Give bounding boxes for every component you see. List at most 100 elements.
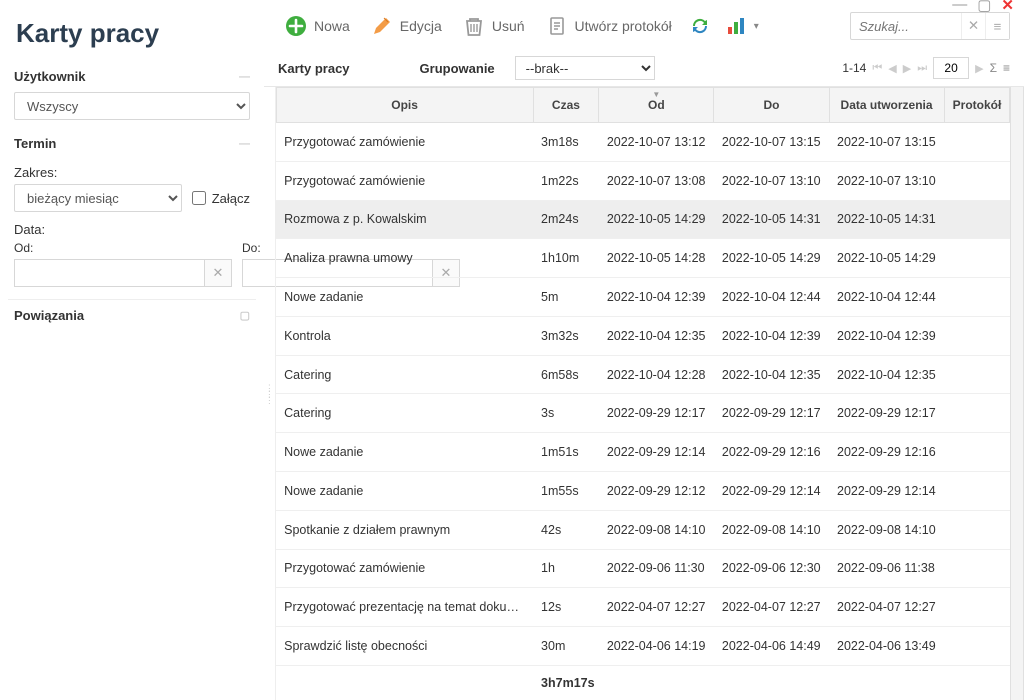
cell-od: 2022-10-07 13:08 [599,161,714,200]
grouping-label: Grupowanie [420,61,495,76]
chart-button[interactable]: ▾ [722,10,761,42]
toolbar: Nowa Edycja Usuń Utwórz protokół [264,4,1024,52]
cell-czas: 6m58s [533,355,599,394]
pencil-icon [370,14,394,38]
cell-created: 2022-09-29 12:16 [829,433,944,472]
col-header-do[interactable]: Do [714,88,829,123]
chevron-down-icon: ▾ [754,21,759,32]
plus-circle-icon [284,14,308,38]
pager-last-button[interactable]: ⏭ [917,62,927,75]
cell-created: 2022-10-07 13:10 [829,161,944,200]
sigma-button[interactable]: Σ [990,61,997,75]
grouping-select[interactable]: --brak-- [515,56,655,80]
user-select[interactable]: Wszyscy [14,92,250,120]
collapse-icon[interactable]: — [239,138,250,150]
cell-opis: Catering [276,394,533,433]
page-size-input[interactable] [933,57,969,79]
pager: 1-14 ⏮ ◀ ▶ ⏭ ▶ Σ ≡ [842,57,1010,79]
cell-opis: Nowe zadanie [276,472,533,511]
term-panel-header[interactable]: Termin — [8,132,256,155]
create-protocol-button-label: Utwórz protokół [575,18,672,34]
table-row[interactable]: Catering3s2022-09-29 12:172022-09-29 12:… [276,394,1010,433]
clear-date-from-button[interactable]: ✕ [204,259,232,287]
expand-icon[interactable]: ▢ [240,309,250,322]
cell-do: 2022-09-29 12:16 [714,433,829,472]
pager-first-button[interactable]: ⏮ [872,62,882,75]
cell-created: 2022-10-04 12:44 [829,278,944,317]
cell-od: 2022-09-29 12:17 [599,394,714,433]
user-panel-header[interactable]: Użytkownik — [8,65,256,88]
cell-opis: Spotkanie z działem prawnym [276,510,533,549]
table-row[interactable]: Analiza prawna umowy1h10m2022-10-05 14:2… [276,239,1010,278]
table-row[interactable]: Nowe zadanie1m51s2022-09-29 12:142022-09… [276,433,1010,472]
cell-od: 2022-04-07 12:27 [599,588,714,627]
cell-od: 2022-10-05 14:29 [599,200,714,239]
col-header-czas[interactable]: Czas [533,88,599,123]
col-header-od[interactable]: ▼Od [599,88,714,123]
date-from-input[interactable] [14,259,204,287]
table-row[interactable]: Rozmowa z p. Kowalskim2m24s2022-10-05 14… [276,200,1010,239]
table-row[interactable]: Nowe zadanie1m55s2022-09-29 12:122022-09… [276,472,1010,511]
table-row[interactable]: Przygotować zamówienie3m18s2022-10-07 13… [276,123,1010,162]
table-row[interactable]: Przygotować zamówienie1m22s2022-10-07 13… [276,161,1010,200]
sidebar: Karty pracy Użytkownik — Wszyscy Termin … [0,0,264,700]
search-clear-button[interactable]: ✕ [961,13,985,39]
date-label: Data: [14,222,250,237]
splitter-handle[interactable]: ⋮⋮⋮ [264,87,276,700]
table-footer-row: 3h7m17s [276,666,1010,700]
collapse-icon[interactable]: — [239,71,250,83]
cell-prot [944,239,1010,278]
delete-button[interactable]: Usuń [456,10,531,42]
pager-next-button[interactable]: ▶ [903,62,911,75]
cell-created: 2022-09-29 12:17 [829,394,944,433]
cell-czas: 1m51s [533,433,599,472]
table-row[interactable]: Kontrola3m32s2022-10-04 12:352022-10-04 … [276,316,1010,355]
attach-checkbox-input[interactable] [192,191,206,205]
cell-do: 2022-10-04 12:44 [714,278,829,317]
table-row[interactable]: Sprawdzić listę obecności30m2022-04-06 1… [276,627,1010,666]
col-header-opis[interactable]: Opis [276,88,533,123]
table-row[interactable]: Przygotować prezentację na temat dokumen… [276,588,1010,627]
table-row[interactable]: Catering6m58s2022-10-04 12:282022-10-04 … [276,355,1010,394]
cell-prot [944,123,1010,162]
options-button[interactable]: ≡ [1003,61,1010,75]
cell-czas: 1h [533,549,599,588]
attach-checkbox[interactable]: Załącz [192,191,250,206]
refresh-button[interactable] [686,10,714,42]
pager-prev-button[interactable]: ◀ [888,62,896,75]
cell-od: 2022-09-29 12:12 [599,472,714,511]
cell-opis: Sprawdzić listę obecności [276,627,533,666]
pager-go-button[interactable]: ▶ [975,62,983,75]
table-row[interactable]: Nowe zadanie5m2022-10-04 12:392022-10-04… [276,278,1010,317]
search-options-button[interactable]: ≡ [985,13,1009,39]
cell-created: 2022-09-08 14:10 [829,510,944,549]
cell-opis: Kontrola [276,316,533,355]
cell-czas: 1m22s [533,161,599,200]
cell-prot [944,588,1010,627]
table-header-row: Opis Czas ▼Od Do Data utworzenia Protokó… [276,88,1010,123]
range-select[interactable]: bieżący miesiąc [14,184,182,212]
cell-opis: Przygotować zamówienie [276,123,533,162]
scrollbar-stub[interactable] [1010,87,1024,700]
cell-created: 2022-10-07 13:15 [829,123,944,162]
create-protocol-button[interactable]: Utwórz protokół [539,10,678,42]
table-row[interactable]: Spotkanie z działem prawnym42s2022-09-08… [276,510,1010,549]
related-panel-header[interactable]: Powiązania ▢ [8,299,256,327]
edit-button[interactable]: Edycja [364,10,448,42]
cell-czas: 3m32s [533,316,599,355]
cell-od: 2022-09-06 11:30 [599,549,714,588]
cell-do: 2022-09-29 12:14 [714,472,829,511]
col-header-protokol[interactable]: Protokół [944,88,1010,123]
cell-czas: 1m55s [533,472,599,511]
new-button[interactable]: Nowa [278,10,356,42]
col-header-created[interactable]: Data utworzenia [829,88,944,123]
cell-od: 2022-09-29 12:14 [599,433,714,472]
table-row[interactable]: Przygotować zamówienie1h2022-09-06 11:30… [276,549,1010,588]
cell-czas: 2m24s [533,200,599,239]
search-input[interactable] [851,17,961,36]
cell-od: 2022-09-08 14:10 [599,510,714,549]
cell-opis: Przygotować zamówienie [276,549,533,588]
cell-opis: Przygotować prezentację na temat dokumen… [276,588,533,627]
delete-button-label: Usuń [492,18,525,34]
cell-od: 2022-10-04 12:35 [599,316,714,355]
